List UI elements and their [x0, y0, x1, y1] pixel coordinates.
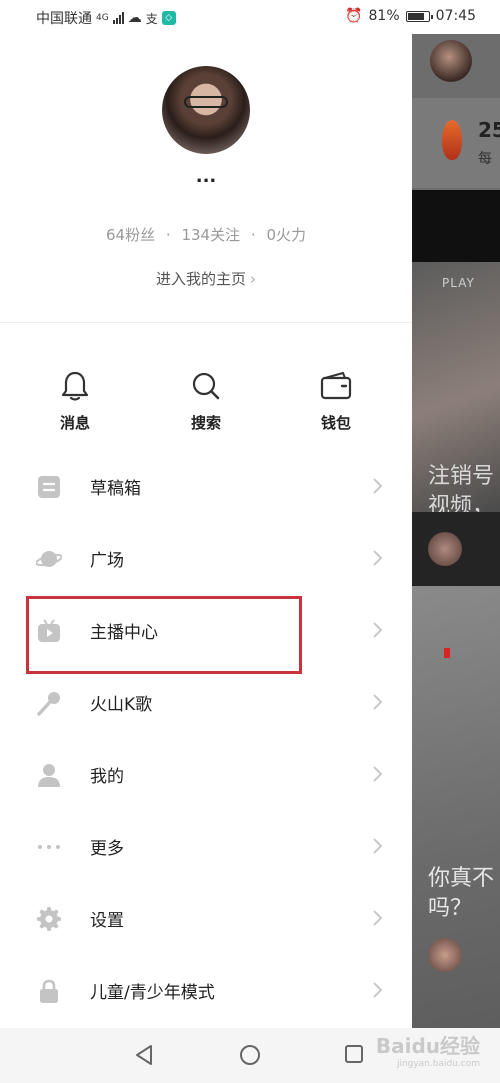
lock-icon — [40, 979, 58, 1003]
menu-item-more[interactable]: 更多 — [0, 810, 412, 882]
chevron-right-icon — [373, 478, 382, 494]
wallet-button[interactable]: 钱包 — [301, 370, 371, 433]
alarm-icon: ⏰ — [345, 8, 363, 24]
bell-icon — [61, 371, 89, 401]
bg-count: 25 — [478, 118, 500, 142]
menu-item-label: 更多 — [90, 839, 124, 859]
avatar[interactable] — [162, 66, 250, 154]
menu-item-settings[interactable]: 设置 — [0, 882, 412, 954]
homepage-link-label: 进入我的主页 — [155, 270, 246, 288]
chevron-right-icon: › — [250, 270, 256, 288]
wallet-icon — [320, 372, 352, 400]
bg-play-label: PLAY — [442, 276, 475, 290]
chevron-right-icon — [373, 910, 382, 926]
menu-item-karaoke[interactable]: 火山K歌 — [0, 666, 412, 738]
signal-icon — [112, 12, 124, 24]
watermark-url: jingyan.baidu.com — [396, 1059, 480, 1069]
planet-icon — [36, 551, 62, 567]
watermark-brand: Baidu经验 — [375, 1034, 480, 1058]
notification-icon: 支 — [145, 11, 158, 26]
messages-button[interactable]: 消息 — [40, 370, 110, 433]
chevron-right-icon — [373, 550, 382, 566]
watermark: Baidu经验 jingyan.baidu.com — [376, 1030, 480, 1069]
search-label: 搜索 — [190, 414, 221, 432]
menu-item-label: 草稿箱 — [90, 479, 141, 499]
battery-icon — [405, 10, 433, 22]
profile-name: ... — [195, 174, 217, 187]
flame-icon — [442, 120, 462, 160]
home-icon[interactable] — [239, 1044, 261, 1066]
background-feed[interactable]: 25 每 PLAY 注销号视频， 你真不吗？ — [412, 0, 500, 1028]
menu-item-label: 我的 — [90, 767, 124, 787]
more-dots-icon — [38, 845, 60, 849]
menu-item-youth-mode[interactable]: 儿童/青少年模式 — [0, 954, 412, 1026]
bg-user-avatar — [430, 40, 472, 82]
bg-caption-2: 你真不吗？ — [428, 866, 495, 921]
chevron-right-icon — [373, 838, 382, 854]
search-icon — [192, 372, 220, 400]
fire-power-count[interactable]: 0火力 — [266, 226, 306, 244]
search-button[interactable]: 搜索 — [171, 370, 241, 433]
homepage-link[interactable]: 进入我的主页 › — [0, 268, 412, 289]
highlight-box — [26, 596, 302, 674]
shield-app-icon: ◇ — [161, 11, 176, 25]
menu-item-mine[interactable]: 我的 — [0, 738, 412, 810]
side-drawer: ... 64粉丝 · 134关注 · 0火力 进入我的主页 › 消息 搜索 钱包… — [0, 34, 412, 1028]
carrier-label: 中国联通 — [36, 11, 92, 27]
following-count[interactable]: 134关注 — [181, 226, 240, 244]
back-icon[interactable] — [134, 1044, 154, 1066]
quick-actions: 消息 搜索 钱包 — [0, 370, 412, 450]
menu-item-drafts[interactable]: 草稿箱 — [0, 450, 412, 522]
bg-black-band — [412, 190, 500, 262]
network-type: 4G — [96, 13, 109, 23]
menu-item-plaza[interactable]: 广场 — [0, 522, 412, 594]
menu-item-label: 广场 — [90, 551, 124, 571]
stat-separator: · — [250, 226, 256, 244]
followers-count[interactable]: 64粉丝 — [106, 226, 155, 244]
chevron-right-icon — [373, 622, 382, 638]
stat-separator: · — [165, 226, 171, 244]
status-bar: 中国联通 4G ☁ 支 ◇ ⏰ 81% 07:45 — [0, 0, 500, 34]
draft-box-icon — [38, 476, 60, 498]
person-icon — [38, 764, 60, 787]
microphone-icon — [37, 692, 60, 716]
messages-label: 消息 — [59, 414, 90, 432]
bg-red-mark — [444, 648, 450, 658]
menu-item-label: 设置 — [90, 911, 124, 931]
gear-icon — [37, 907, 61, 931]
divider — [0, 322, 412, 323]
battery-percent: 81% — [368, 8, 400, 24]
menu-item-label: 儿童/青少年模式 — [90, 983, 215, 1003]
menu-item-label: 火山K歌 — [90, 695, 153, 715]
bg-author-avatar — [428, 532, 462, 566]
chevron-right-icon — [373, 766, 382, 782]
cloud-icon: ☁ — [127, 10, 142, 26]
recents-icon[interactable] — [344, 1044, 364, 1064]
chevron-right-icon — [373, 982, 382, 998]
drawer-menu: 草稿箱 广场 主播中心 火山K歌 我的 更多 设置 儿童/青少年模式 — [0, 450, 412, 1026]
wallet-label: 钱包 — [320, 414, 351, 432]
system-nav-bar: Baidu经验 jingyan.baidu.com — [0, 1028, 500, 1083]
chevron-right-icon — [373, 694, 382, 710]
bg-author-avatar-2 — [428, 938, 462, 972]
bg-count-sub: 每 — [478, 151, 492, 167]
clock: 07:45 — [435, 8, 476, 24]
profile-stats: 64粉丝 · 134关注 · 0火力 — [0, 224, 412, 245]
